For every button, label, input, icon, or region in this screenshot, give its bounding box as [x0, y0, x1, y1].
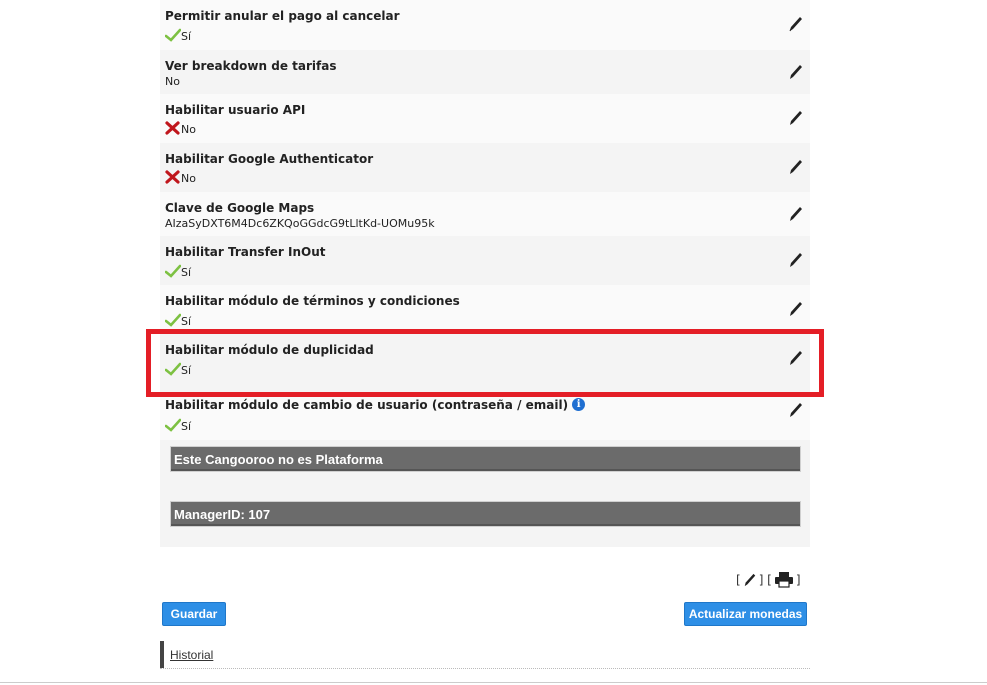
- pencil-icon[interactable]: [788, 401, 804, 419]
- pencil-icon[interactable]: [788, 63, 804, 81]
- setting-label: Permitir anular el pago al cancelar: [165, 9, 400, 23]
- setting-value: No: [165, 121, 196, 136]
- setting-row-cancel-payment: Permitir anular el pago al cancelar Sí: [160, 0, 810, 50]
- setting-row-fare-breakdown: Ver breakdown de tarifas No: [160, 50, 810, 94]
- setting-label: Habilitar módulo de términos y condicion…: [165, 294, 460, 308]
- pencil-icon[interactable]: [788, 158, 804, 176]
- printer-icon[interactable]: [774, 571, 794, 588]
- history-section: Historial: [160, 641, 810, 669]
- pencil-icon[interactable]: [788, 300, 804, 318]
- setting-value: Sí: [165, 418, 191, 433]
- setting-row-terms-module: Habilitar módulo de términos y condicion…: [160, 285, 810, 334]
- settings-panel: Permitir anular el pago al cancelar Sí V…: [160, 0, 810, 547]
- setting-value: No: [165, 75, 180, 88]
- pencil-icon[interactable]: [788, 109, 804, 127]
- manager-id-bar: ManagerID: 107: [170, 501, 801, 527]
- setting-label: Clave de Google Maps: [165, 201, 315, 215]
- history-link[interactable]: Historial: [170, 648, 213, 662]
- setting-value: No: [165, 170, 196, 185]
- pencil-icon[interactable]: [743, 572, 757, 588]
- setting-row-transfer-inout: Habilitar Transfer InOut Sí: [160, 236, 810, 285]
- tool-links: [ ] [ ]: [736, 571, 801, 588]
- setting-label: Ver breakdown de tarifas: [165, 59, 337, 73]
- setting-label: Habilitar Transfer InOut: [165, 245, 326, 259]
- divider: [0, 682, 987, 683]
- setting-row-user-change-module: Habilitar módulo de cambio de usuario (c…: [160, 392, 810, 440]
- save-button[interactable]: Guardar: [162, 602, 226, 626]
- pencil-icon[interactable]: [788, 251, 804, 269]
- setting-label: Habilitar Google Authenticator: [165, 152, 374, 166]
- pencil-icon[interactable]: [788, 205, 804, 223]
- pencil-icon[interactable]: [788, 15, 804, 33]
- history-accent-bar: [160, 641, 164, 668]
- highlight-box: [146, 329, 824, 397]
- setting-value: Sí: [165, 28, 191, 43]
- cross-icon: [165, 170, 180, 184]
- setting-value: Sí: [165, 313, 191, 328]
- cross-icon: [165, 121, 180, 135]
- setting-label: Habilitar módulo de cambio de usuario (c…: [165, 398, 586, 412]
- check-icon: [165, 418, 181, 432]
- setting-row-google-maps-key: Clave de Google Maps AIzaSyDXT6M4Dc6ZKQo…: [160, 192, 810, 236]
- check-icon: [165, 28, 181, 42]
- info-icon[interactable]: i: [572, 398, 586, 411]
- setting-label: Habilitar usuario API: [165, 103, 306, 117]
- check-icon: [165, 264, 181, 278]
- setting-row-google-authenticator: Habilitar Google Authenticator No: [160, 143, 810, 192]
- update-currencies-button[interactable]: Actualizar monedas: [684, 602, 807, 626]
- setting-value: Sí: [165, 264, 191, 279]
- check-icon: [165, 313, 181, 327]
- platform-info-bar: Este Cangooroo no es Plataforma: [170, 446, 801, 472]
- setting-value: AIzaSyDXT6M4Dc6ZKQoGGdcG9tLltKd-UOMu95k: [165, 217, 435, 230]
- setting-row-api-user: Habilitar usuario API No: [160, 94, 810, 143]
